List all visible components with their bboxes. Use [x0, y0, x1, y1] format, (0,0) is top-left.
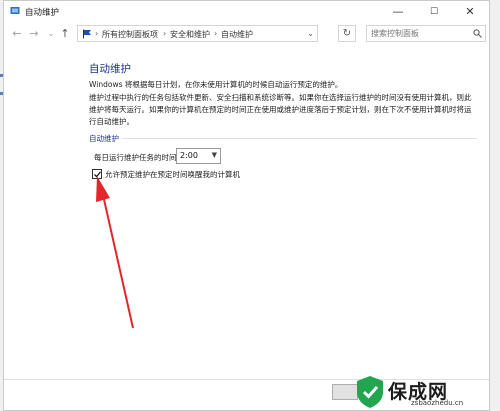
shield-logo-icon: [357, 376, 383, 408]
address-dropdown-icon[interactable]: ⌄: [307, 29, 314, 38]
recent-locations-button[interactable]: ⌄: [44, 26, 58, 42]
breadcrumb-security-maintenance[interactable]: 安全和维护: [170, 29, 210, 40]
annotation-arrow: [96, 176, 134, 329]
control-panel-window: 自动维护 — ☐ ✕ ← → ⌄ ↑ › 所有控制面板项 › 安全和维护 › 自…: [3, 0, 490, 411]
content-area: 自动维护 Windows 将根据每日计划，在你未使用计算机的时候自动运行预定的维…: [4, 45, 489, 380]
search-box[interactable]: [366, 25, 486, 42]
refresh-button[interactable]: ↻: [338, 25, 356, 42]
control-panel-icon: [10, 7, 20, 14]
breadcrumb-separator: ›: [214, 29, 218, 38]
address-bar[interactable]: › 所有控制面板项 › 安全和维护 › 自动维护 ⌄: [77, 25, 318, 42]
window-title: 自动维护: [25, 8, 60, 18]
background-window-edge: [0, 70, 3, 130]
maximize-button[interactable]: ☐: [416, 1, 452, 23]
flag-icon: [83, 29, 91, 39]
up-button[interactable]: ↑: [58, 26, 72, 42]
close-button[interactable]: ✕: [452, 1, 488, 23]
search-input[interactable]: [371, 27, 461, 40]
breadcrumb-separator: ›: [163, 29, 167, 38]
watermark: 保成网 zsbaozhedu.cn: [355, 372, 500, 411]
breadcrumb-all-items[interactable]: 所有控制面板项: [102, 29, 158, 40]
minimize-button[interactable]: —: [380, 1, 416, 23]
breadcrumb-separator: ›: [95, 29, 99, 38]
back-button[interactable]: ←: [10, 26, 24, 42]
search-icon: [473, 29, 482, 38]
forward-button[interactable]: →: [27, 26, 41, 42]
breadcrumb-auto-maintenance[interactable]: 自动维护: [221, 29, 253, 40]
title-bar: 自动维护 — ☐ ✕: [4, 1, 489, 23]
navigation-bar: ← → ⌄ ↑ › 所有控制面板项 › 安全和维护 › 自动维护 ⌄ ↻: [4, 23, 489, 45]
watermark-url: zsbaozhedu.cn: [411, 399, 464, 407]
